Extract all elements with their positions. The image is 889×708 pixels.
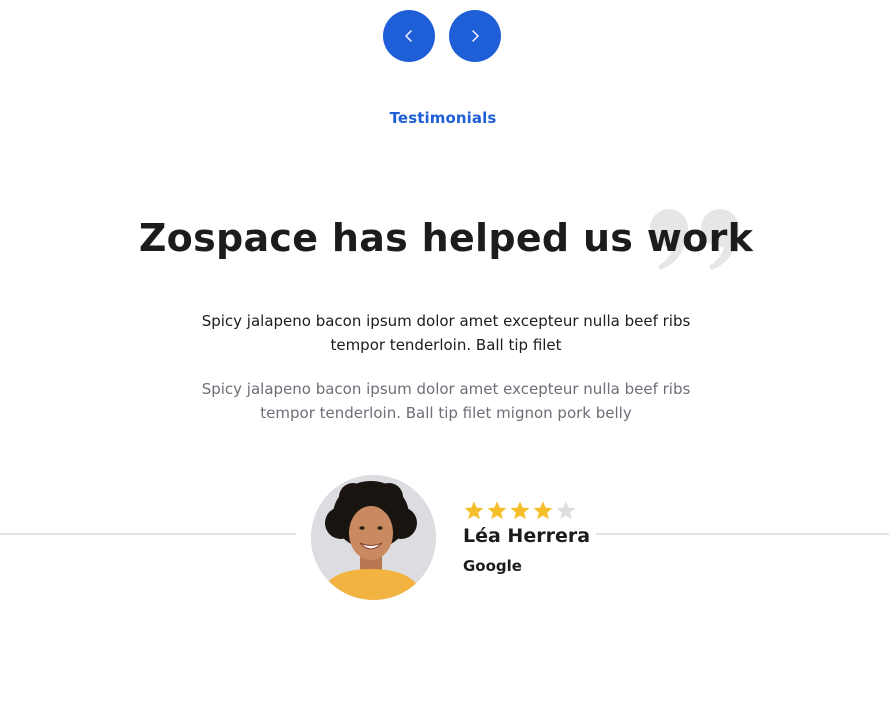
chevron-left-icon xyxy=(405,30,412,42)
next-slide-button[interactable] xyxy=(449,10,501,62)
testimonial-quote-primary: Spicy jalapeno bacon ipsum dolor amet ex… xyxy=(201,312,691,354)
divider-left xyxy=(0,533,296,535)
divider-right xyxy=(596,533,889,535)
star-rating xyxy=(463,500,577,522)
star-filled-icon xyxy=(510,501,530,520)
author-company: Google xyxy=(463,557,522,575)
testimonial-quote-secondary: Spicy jalapeno bacon ipsum dolor amet ex… xyxy=(201,380,691,422)
prev-slide-button[interactable] xyxy=(383,10,435,62)
avatar xyxy=(311,475,436,600)
testimonial-headline: Zospace has helped us work xyxy=(138,216,754,260)
star-filled-icon xyxy=(464,501,484,520)
chevron-right-icon xyxy=(472,30,479,42)
author-name: Léa Herrera xyxy=(463,525,591,547)
star-empty-icon xyxy=(556,501,576,520)
star-filled-icon xyxy=(533,501,553,520)
section-eyebrow: Testimonials xyxy=(389,109,497,127)
star-filled-icon xyxy=(487,501,507,520)
